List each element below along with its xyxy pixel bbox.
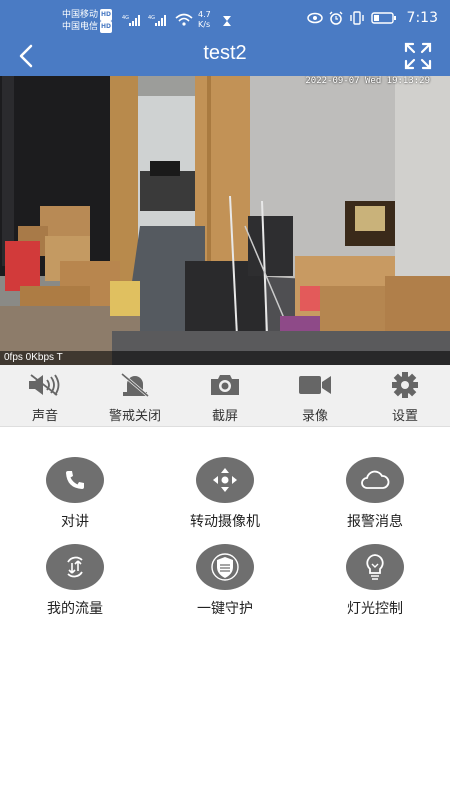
- light-control-button[interactable]: 灯光控制: [300, 544, 450, 618]
- carrier-1: 中国移动: [62, 10, 99, 20]
- settings-button[interactable]: 设置: [360, 371, 450, 424]
- gear-icon: [392, 372, 418, 398]
- data-flow-icon: [67, 556, 83, 578]
- svg-text:4G: 4G: [148, 15, 155, 21]
- alarm-icon: [329, 11, 343, 25]
- phone-icon: [66, 471, 84, 489]
- wifi-icon: [175, 13, 193, 26]
- video-frame: [0, 76, 450, 365]
- carrier-info: 中国移动 HD 中国电信 HD: [62, 9, 113, 33]
- sound-label: 声音: [31, 409, 58, 424]
- intercom-button[interactable]: 对讲: [0, 457, 150, 531]
- signal-icon: 4G: [148, 15, 166, 26]
- rotate-camera-label: 转动摄像机: [190, 514, 260, 530]
- eye-icon: [306, 12, 323, 24]
- intercom-label: 对讲: [61, 514, 89, 530]
- stream-info: 0fps 0Kbps T: [0, 351, 450, 365]
- carrier-2: 中国电信: [62, 22, 99, 32]
- control-toolbar: 声音 警戒关闭 截屏 录像 设置: [0, 365, 450, 427]
- fullscreen-icon[interactable]: [402, 40, 434, 72]
- camera-video-feed[interactable]: 2022-09-07 Wed 19:13:29 0fps 0Kbps T: [0, 76, 450, 365]
- alarm-messages-label: 报警消息: [347, 514, 403, 530]
- page-title: test2: [203, 42, 247, 64]
- shield-icon: [211, 553, 239, 581]
- alarm-messages-button[interactable]: 报警消息: [300, 457, 450, 531]
- hd-badge: HD: [100, 9, 113, 21]
- hourglass-icon: [223, 16, 231, 26]
- svg-text:4G: 4G: [122, 15, 129, 21]
- record-button[interactable]: 录像: [270, 371, 360, 424]
- alarm-off-button[interactable]: 警戒关闭: [90, 371, 180, 424]
- alarm-off-label: 警戒关闭: [108, 409, 161, 424]
- speaker-muted-icon: [29, 374, 60, 396]
- video-timestamp: 2022-09-07 Wed 19:13:29: [305, 76, 430, 86]
- my-data-label: 我的流量: [47, 601, 103, 617]
- direction-pad-icon: [213, 468, 237, 492]
- signal-icon: 4G: [122, 15, 140, 26]
- light-bulb-icon: [366, 554, 384, 580]
- cloud-icon: [361, 470, 390, 489]
- vibrate-icon: [349, 11, 364, 25]
- network-speed: 4.7 K/s: [198, 10, 211, 29]
- header-bar: test2: [0, 36, 450, 76]
- one-key-guard-button[interactable]: 一键守护: [150, 544, 300, 618]
- camera-icon: [211, 375, 239, 395]
- clock: 7:13: [406, 10, 438, 26]
- hd-badge: HD: [100, 21, 113, 33]
- rotate-camera-button[interactable]: 转动摄像机: [150, 457, 300, 531]
- battery-icon: [370, 12, 396, 24]
- screenshot-button[interactable]: 截屏: [180, 371, 270, 424]
- screenshot-label: 截屏: [211, 409, 238, 424]
- status-bar: 中国移动 HD 中国电信 HD 4G 4G 4.7 K/s 7:13: [0, 0, 450, 36]
- record-label: 录像: [301, 409, 328, 424]
- video-record-icon: [299, 376, 331, 394]
- my-data-button[interactable]: 我的流量: [0, 544, 150, 618]
- light-control-label: 灯光控制: [347, 601, 403, 617]
- alarm-off-icon: [121, 372, 149, 398]
- settings-label: 设置: [391, 409, 418, 424]
- sound-button[interactable]: 声音: [0, 371, 90, 424]
- one-key-guard-label: 一键守护: [197, 601, 253, 617]
